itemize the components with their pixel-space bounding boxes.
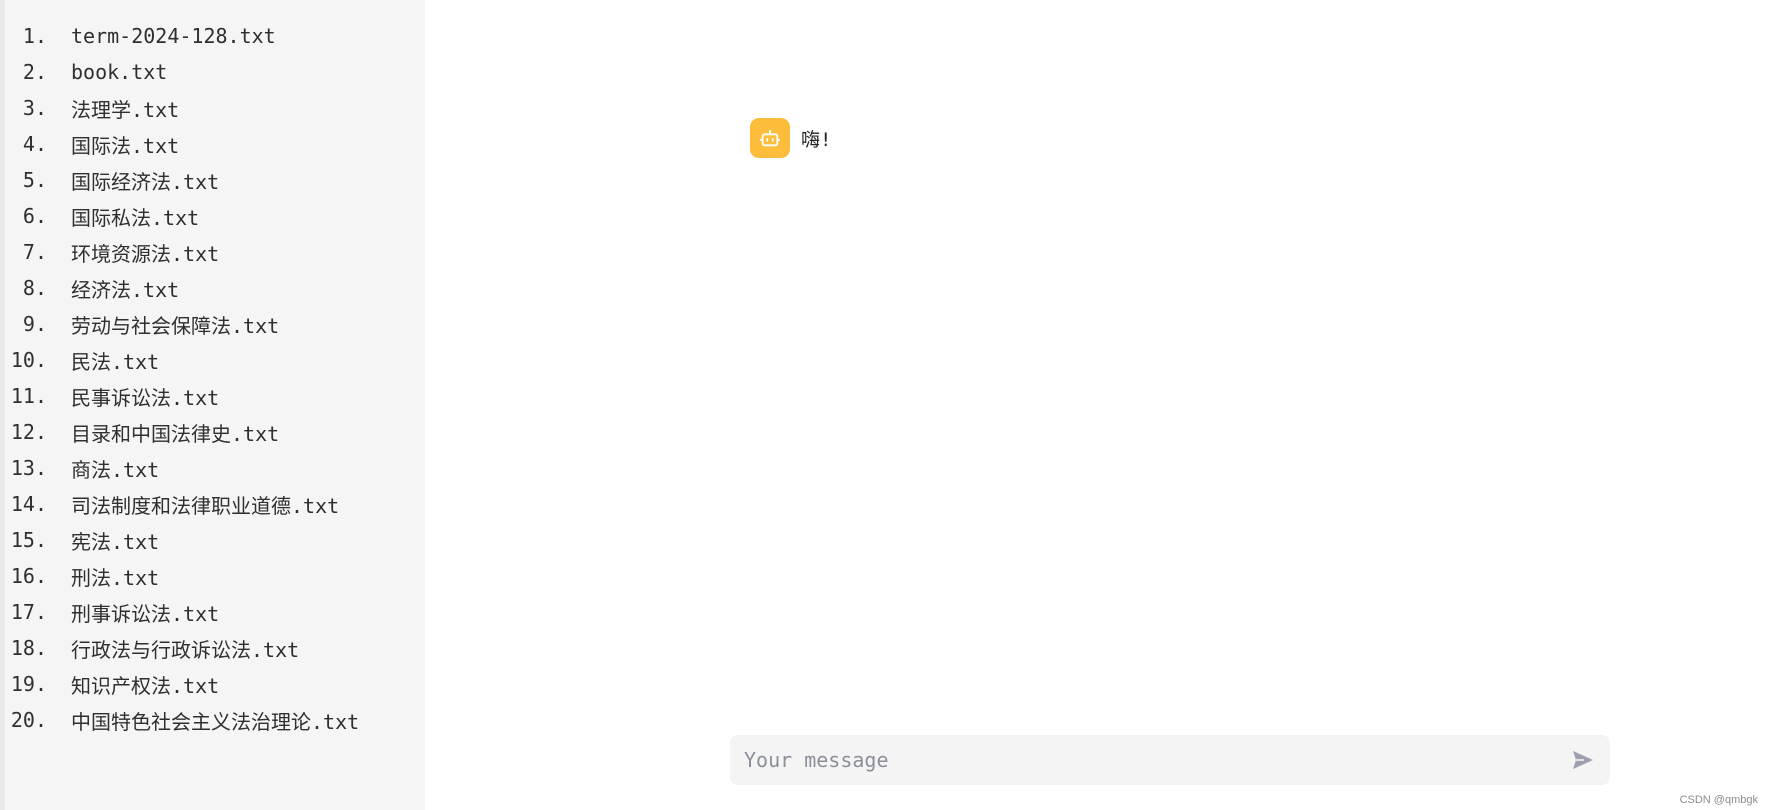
file-name[interactable]: 民法.txt [71, 346, 159, 375]
file-number: 15. [10, 528, 47, 552]
watermark: CSDN @qmbgk [1679, 794, 1758, 806]
file-name[interactable]: 刑法.txt [71, 562, 159, 591]
file-number: 2. [22, 60, 47, 84]
file-name[interactable]: 行政法与行政诉讼法.txt [71, 634, 299, 663]
bot-avatar [750, 118, 790, 158]
file-number: 9. [22, 312, 47, 336]
file-list-item[interactable]: 15. 宪法.txt [5, 522, 425, 558]
robot-icon [759, 129, 781, 147]
file-list-item[interactable]: 5. 国际经济法.txt [5, 162, 425, 198]
file-name[interactable]: 司法制度和法律职业道德.txt [71, 490, 339, 519]
file-name[interactable]: book.txt [71, 60, 167, 84]
file-list-item[interactable]: 18. 行政法与行政诉讼法.txt [5, 630, 425, 666]
file-number: 14. [10, 492, 47, 516]
file-name[interactable]: 国际经济法.txt [71, 166, 219, 195]
bot-message: 嗨! [750, 118, 831, 158]
file-name[interactable]: 宪法.txt [71, 526, 159, 555]
file-list-item[interactable]: 13. 商法.txt [5, 450, 425, 486]
send-button[interactable] [1566, 743, 1600, 777]
file-list-item[interactable]: 4. 国际法.txt [5, 126, 425, 162]
file-number: 5. [22, 168, 47, 192]
file-number: 13. [10, 456, 47, 480]
file-number: 3. [22, 96, 47, 120]
file-list-item[interactable]: 14. 司法制度和法律职业道德.txt [5, 486, 425, 522]
message-text: 嗨! [801, 128, 832, 151]
file-name[interactable]: 民事诉讼法.txt [71, 382, 219, 411]
file-number: 7. [22, 240, 47, 264]
file-number: 1. [22, 24, 47, 48]
send-icon [1573, 751, 1593, 769]
file-number: 18. [10, 636, 47, 660]
file-name[interactable]: 商法.txt [71, 454, 159, 483]
file-name[interactable]: 刑事诉讼法.txt [71, 598, 219, 627]
file-number: 4. [22, 132, 47, 156]
file-name[interactable]: 国际法.txt [71, 130, 179, 159]
file-list-item[interactable]: 10. 民法.txt [5, 342, 425, 378]
file-name[interactable]: term-2024-128.txt [71, 24, 276, 48]
file-number: 17. [10, 600, 47, 624]
file-number: 10. [10, 348, 47, 372]
message-input[interactable] [742, 747, 1566, 773]
chat-area: 嗨! [425, 0, 1772, 810]
file-list-item[interactable]: 8. 经济法.txt [5, 270, 425, 306]
file-list-item[interactable]: 1. term-2024-128.txt [5, 18, 425, 54]
file-list-item[interactable]: 2. book.txt [5, 54, 425, 90]
file-list-item[interactable]: 3. 法理学.txt [5, 90, 425, 126]
file-list-item[interactable]: 6. 国际私法.txt [5, 198, 425, 234]
file-sidebar: 1. term-2024-128.txt 2. book.txt 3. 法理学.txt 4.… [0, 0, 425, 810]
file-name[interactable]: 经济法.txt [71, 274, 179, 303]
file-list: 1. term-2024-128.txt 2. book.txt 3. 法理学.txt 4.… [5, 0, 425, 738]
file-name[interactable]: 国际私法.txt [71, 202, 199, 231]
file-number: 8. [22, 276, 47, 300]
file-number: 6. [22, 204, 47, 228]
file-list-item[interactable]: 9. 劳动与社会保障法.txt [5, 306, 425, 342]
file-name[interactable]: 目录和中国法律史.txt [71, 418, 279, 447]
file-name[interactable]: 法理学.txt [71, 94, 179, 123]
file-list-item[interactable]: 17. 刑事诉讼法.txt [5, 594, 425, 630]
file-number: 11. [10, 384, 47, 408]
file-name[interactable]: 中国特色社会主义法治理论.txt [71, 706, 359, 735]
file-name[interactable]: 环境资源法.txt [71, 238, 219, 267]
file-name[interactable]: 劳动与社会保障法.txt [71, 310, 279, 339]
file-list-item[interactable]: 16. 刑法.txt [5, 558, 425, 594]
file-list-item[interactable]: 7. 环境资源法.txt [5, 234, 425, 270]
file-number: 12. [10, 420, 47, 444]
file-name[interactable]: 知识产权法.txt [71, 670, 219, 699]
file-list-item[interactable]: 11. 民事诉讼法.txt [5, 378, 425, 414]
file-list-item[interactable]: 19. 知识产权法.txt [5, 666, 425, 702]
file-list-item[interactable]: 20. 中国特色社会主义法治理论.txt [5, 702, 425, 738]
file-number: 20. [10, 708, 47, 732]
message-composer [730, 735, 1610, 785]
file-list-item[interactable]: 12. 目录和中国法律史.txt [5, 414, 425, 450]
file-number: 19. [10, 672, 47, 696]
file-number: 16. [10, 564, 47, 588]
